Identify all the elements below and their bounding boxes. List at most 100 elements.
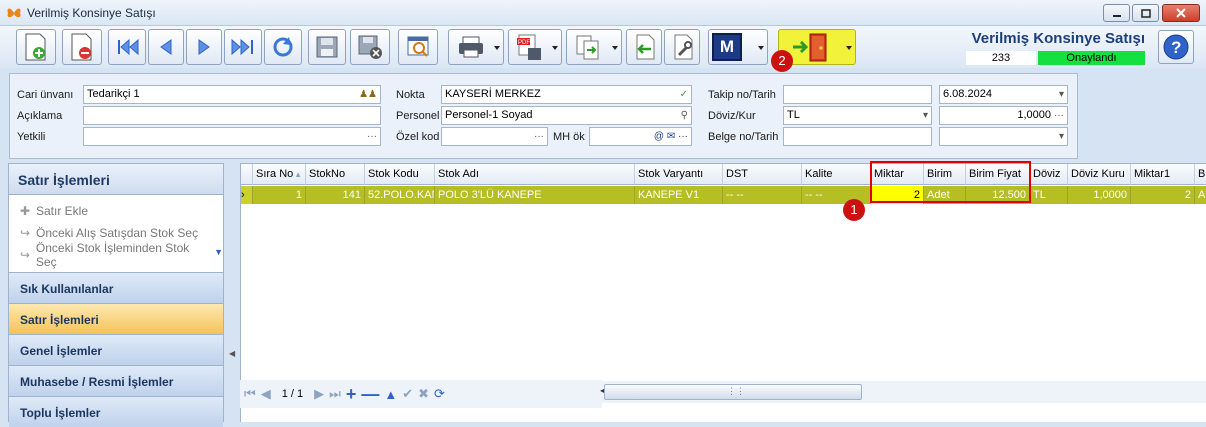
takip-date-field[interactable]: 6.08.2024 ▾ [939,85,1068,104]
delete-icon [71,33,92,61]
section-row-operations[interactable]: Satır İşlemleri [9,303,223,334]
preview-button[interactable] [398,29,438,65]
mh-ok-field[interactable]: @ ✉ ··· [589,127,692,146]
cell-sira-no[interactable]: 1 [253,186,306,204]
export-pdf-button[interactable]: PDF [508,29,562,65]
minimize-button[interactable] [1103,4,1130,22]
belge-date-field[interactable]: . . : : ▾ [939,127,1068,146]
cell-miktar1[interactable]: 2 [1131,186,1195,204]
print-button[interactable] [448,29,504,65]
close-icon [1176,8,1186,18]
currency-select[interactable]: TL ▾ [783,106,932,125]
page-indicator: 1 / 1 [281,388,304,400]
close-button[interactable] [1162,4,1200,22]
select-from-previous-stock-item[interactable]: ↪ Önceki Stok İşleminden Stok Seç ▼ [9,241,223,269]
tools-button[interactable] [664,29,700,65]
column-header[interactable]: Miktar1 [1131,164,1195,185]
section-general[interactable]: Genel İşlemler [9,334,223,365]
row-indicator-header [241,164,253,185]
first-record-button[interactable] [108,29,146,65]
prev-record-button[interactable] [148,29,184,65]
cell-stok-no[interactable]: 141 [306,186,365,204]
column-header[interactable]: StokNo [306,164,365,185]
chevron-down-icon[interactable]: ▾ [923,107,928,124]
next-record-button[interactable] [186,29,222,65]
prev-page-icon[interactable]: ◀ [261,386,271,402]
column-header[interactable]: Stok Varyantı [635,164,723,185]
section-accounting[interactable]: Muhasebe / Resmi İşlemler [9,365,223,396]
chevron-down-icon[interactable]: ▾ [1059,86,1064,103]
move-up-icon[interactable]: ▲ [384,387,397,402]
annotation-badge-1: 1 [843,199,865,221]
column-header[interactable]: Sıra No ▲ [253,164,306,185]
cell-varyant[interactable]: KANEPE V1 [635,186,723,204]
column-header[interactable]: Stok Kodu [365,164,435,185]
cell-dst[interactable]: -- -- [723,186,802,204]
exchange-rate-field[interactable]: 1,0000 ··· [939,106,1068,125]
chevron-down-icon[interactable]: ▾ [1059,128,1064,145]
confirm-icon[interactable]: ✔ [402,386,413,402]
save-button[interactable] [308,29,346,65]
ellipsis-icon[interactable]: ··· [1054,107,1064,124]
section-frequent[interactable]: Sık Kullanılanlar [9,272,223,303]
section-bulk[interactable]: Toplu İşlemler [9,396,223,427]
add-row-icon[interactable]: + [346,384,357,405]
remove-row-icon[interactable]: — [361,384,379,405]
takip-no-field[interactable] [783,85,932,104]
column-header[interactable]: Döviz Kuru [1068,164,1131,185]
refresh-icon [273,37,293,57]
cell-b[interactable]: A [1195,186,1206,204]
title-bar: Verilmiş Konsinye Satışı [0,0,1206,26]
first-page-icon[interactable]: ⏮ [244,386,256,402]
mh-ok-label: MH ök [553,131,585,143]
first-icon [118,38,139,56]
ellipsis-icon[interactable]: ··· [367,128,377,145]
scroll-down-icon[interactable]: ▼ [214,247,223,257]
cell-doviz[interactable]: TL [1030,186,1068,204]
cell-stok-adi[interactable]: POLO 3'LÜ KANEPE [435,186,635,204]
column-header[interactable]: B [1195,164,1206,185]
back-button[interactable] [626,29,662,65]
refresh-icon[interactable]: ⟳ [434,386,445,402]
scrollbar-thumb[interactable]: ⋮⋮ [604,384,862,400]
email-icon[interactable]: @ ✉ ··· [654,128,688,145]
last-page-icon[interactable]: ⏭ [329,386,341,402]
help-button[interactable]: ? [1158,30,1194,64]
exit-icon [793,33,827,62]
belge-no-field[interactable] [783,127,932,146]
delete-button[interactable] [62,29,102,65]
yetkili-field[interactable]: ··· [83,127,381,146]
collapse-arrow-icon[interactable]: ◀ [229,349,235,358]
check-icon: ✓ [679,89,688,100]
cari-unvani-field[interactable]: Tedarikçi 1 ♟♟ [83,85,381,104]
horizontal-scrollbar[interactable]: ◀ ⋮⋮ [600,381,1206,403]
cancel-button[interactable] [350,29,390,65]
column-header[interactable]: DST [723,164,802,185]
last-record-button[interactable] [224,29,262,65]
add-row-item[interactable]: ✚ Satır Ekle [9,200,223,222]
new-button[interactable] [16,29,56,65]
aciklama-field[interactable] [83,106,381,125]
column-header[interactable]: Kalite [802,164,871,185]
maximize-button[interactable] [1132,4,1159,22]
person-search-icon[interactable]: ⚲ [681,107,688,124]
takip-label: Takip no/Tarih [708,89,776,101]
next-icon [198,39,210,55]
ozel-kod-field[interactable]: ··· [441,127,548,146]
refresh-button[interactable] [264,29,302,65]
transfer-button[interactable] [566,29,622,65]
cancel-edit-icon[interactable]: ✖ [418,386,429,402]
contacts-icon[interactable]: ♟♟ [359,86,377,103]
mode-button[interactable]: M [708,29,768,65]
ellipsis-icon[interactable]: ··· [534,128,544,145]
panel-splitter[interactable]: ◀ [227,163,238,422]
cell-doviz-kuru[interactable]: 1,0000 [1068,186,1131,204]
doviz-label: Döviz/Kur [708,110,756,122]
nokta-field[interactable]: KAYSERİ MERKEZ ✓ [441,85,692,104]
cari-unvani-label: Cari ünvanı [17,89,74,101]
personel-field[interactable]: Personel-1 Soyad ⚲ [441,106,692,125]
next-page-icon[interactable]: ▶ [314,386,324,402]
column-header[interactable]: Döviz [1030,164,1068,185]
column-header[interactable]: Stok Adı [435,164,635,185]
cell-stok-kodu[interactable]: 52.POLO.KAN [365,186,435,204]
